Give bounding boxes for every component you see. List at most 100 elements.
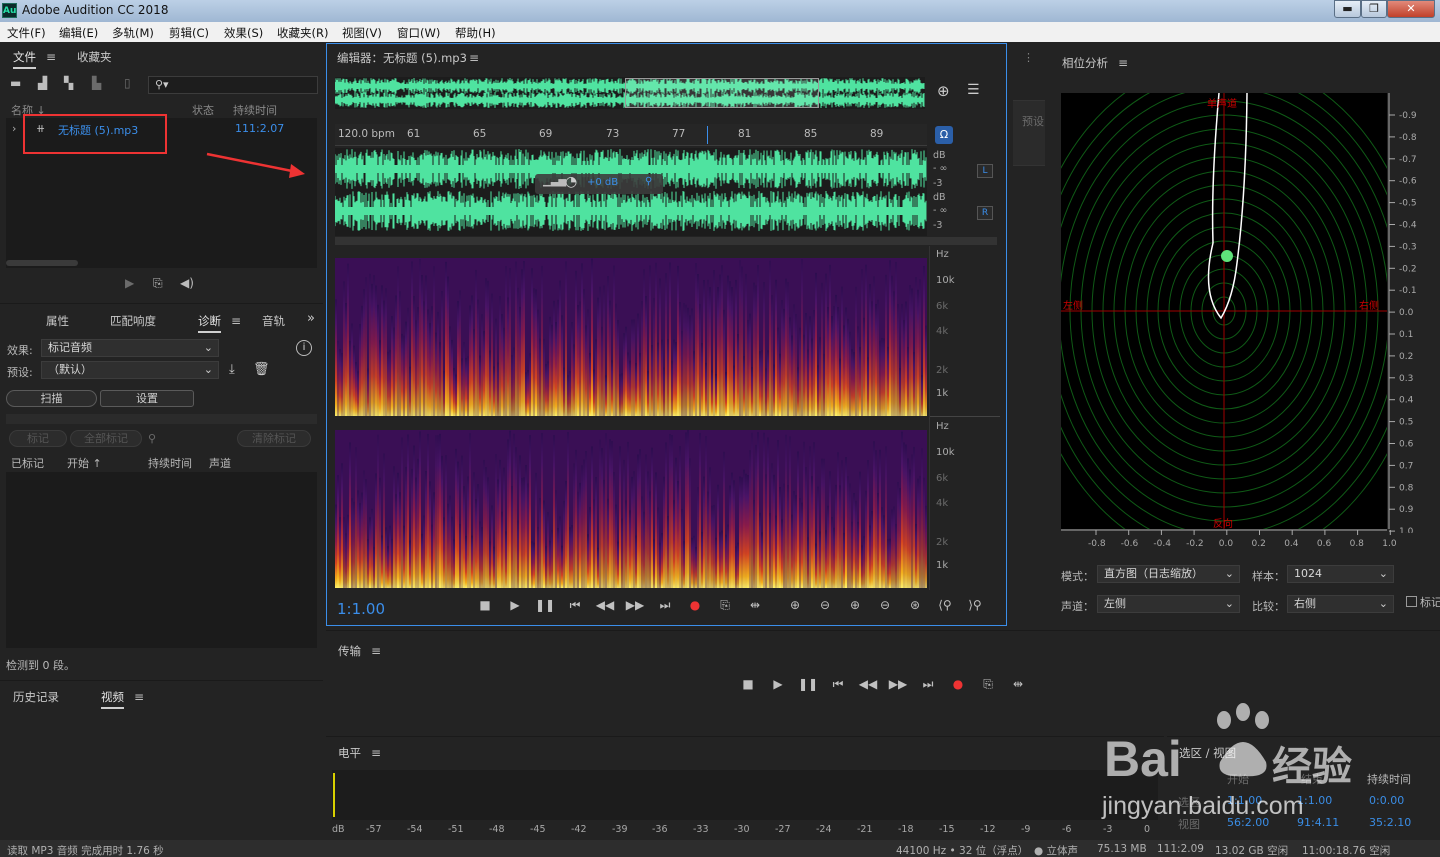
tab-history[interactable]: 历史记录 bbox=[13, 689, 59, 705]
menu-view[interactable]: 视图(V) bbox=[342, 25, 382, 41]
zoom-out-amplitude-icon[interactable]: ⊖ bbox=[815, 598, 835, 612]
loop-icon[interactable]: ⎘ bbox=[715, 598, 735, 613]
splitter[interactable] bbox=[6, 414, 317, 424]
pause-icon[interactable]: ❚❚ bbox=[798, 677, 818, 691]
search-input[interactable]: ⚲▾ bbox=[148, 76, 318, 94]
presets-tab[interactable]: 预设 bbox=[1013, 100, 1045, 166]
open-folder-icon[interactable]: ▬ bbox=[10, 76, 21, 90]
zoom-to-selection-icon[interactable]: ⊕ bbox=[937, 82, 950, 100]
zoom-out-point-icon[interactable]: ⟩⚲ bbox=[965, 598, 985, 612]
col-start[interactable]: 开始 ↑ bbox=[67, 455, 102, 471]
gain-knob-icon[interactable]: ◔ bbox=[565, 174, 577, 190]
zoom-out-time-icon[interactable]: ⊖ bbox=[875, 598, 895, 612]
playhead[interactable] bbox=[707, 126, 708, 144]
skip-selection-icon[interactable]: ⇹ bbox=[745, 598, 765, 612]
skip-end-icon[interactable]: ⏭ bbox=[655, 598, 675, 613]
col-duration[interactable]: 持续时间 bbox=[148, 455, 192, 471]
skip-start-icon[interactable]: ⏮ bbox=[565, 598, 585, 613]
horizontal-scrollbar[interactable] bbox=[6, 260, 78, 266]
save-preset-icon[interactable]: ⤓ bbox=[229, 362, 235, 377]
col-channel[interactable]: 声道 bbox=[209, 455, 231, 471]
waveform-area[interactable]: ▁▃▅ ◔ +0 dB ⚲ bbox=[334, 148, 927, 236]
panel-menu-icon[interactable]: ⋮ bbox=[1023, 51, 1034, 64]
col-duration[interactable]: 持续时间 bbox=[233, 102, 277, 118]
skip-start-icon[interactable]: ⏮ bbox=[828, 677, 848, 692]
marker-checkbox[interactable] bbox=[1406, 596, 1417, 607]
preset-select[interactable]: （默认） ⌄ bbox=[41, 361, 219, 379]
menu-clip[interactable]: 剪辑(C) bbox=[169, 25, 209, 41]
stop-icon[interactable]: ■ bbox=[475, 598, 495, 612]
tab-favorites[interactable]: 收藏夹 bbox=[77, 49, 112, 65]
tab-files[interactable]: 文件 bbox=[13, 49, 36, 69]
overview-viewport[interactable] bbox=[625, 78, 819, 108]
effect-select[interactable]: 标记音频 ⌄ bbox=[41, 339, 219, 357]
tab-video[interactable]: 视频 bbox=[101, 689, 124, 709]
record-icon[interactable]: ● bbox=[685, 598, 705, 612]
panel-menu-icon[interactable]: ≡ bbox=[46, 50, 56, 64]
panel-menu-icon[interactable]: ≡ bbox=[371, 644, 381, 658]
scan-button[interactable]: 扫描 bbox=[6, 390, 97, 407]
play-icon[interactable]: ▶ bbox=[505, 598, 525, 612]
view-start[interactable]: 56:2.00 bbox=[1227, 816, 1269, 829]
menu-edit[interactable]: 编辑(E) bbox=[59, 25, 98, 41]
rewind-icon[interactable]: ◀◀ bbox=[858, 677, 878, 691]
panel-menu-icon[interactable]: ≡ bbox=[469, 51, 479, 65]
panel-menu-icon[interactable]: ≡ bbox=[134, 690, 144, 704]
pause-icon[interactable]: ❚❚ bbox=[535, 598, 555, 612]
skip-selection-icon[interactable]: ⇹ bbox=[1008, 677, 1028, 691]
zoom-in-point-icon[interactable]: ⟨⚲ bbox=[935, 598, 955, 612]
menu-window[interactable]: 窗口(W) bbox=[397, 25, 440, 41]
spectral-splitter[interactable] bbox=[335, 237, 997, 245]
col-status[interactable]: 状态 bbox=[192, 102, 214, 118]
compare-select[interactable]: 右侧 ⌄ bbox=[1287, 595, 1394, 613]
autoplay-icon[interactable]: ◀) bbox=[180, 276, 194, 290]
settings-button[interactable]: 设置 bbox=[100, 390, 194, 407]
tab-tracks[interactable]: 音轨 bbox=[262, 313, 285, 329]
zoom-in-amplitude-icon[interactable]: ⊕ bbox=[785, 598, 805, 612]
pin-icon[interactable]: ⚲ bbox=[645, 176, 652, 187]
fast-forward-icon[interactable]: ▶▶ bbox=[888, 677, 908, 691]
headphone-icon[interactable]: Ω bbox=[935, 126, 953, 144]
close-button[interactable]: ✕ bbox=[1387, 0, 1435, 18]
sel-start[interactable]: 1:1.00 bbox=[1227, 794, 1262, 807]
tab-properties[interactable]: 属性 bbox=[46, 313, 69, 329]
view-end[interactable]: 91:4.11 bbox=[1297, 816, 1339, 829]
mode-select[interactable]: 直方图（日志缩放） ⌄ bbox=[1097, 565, 1240, 583]
info-icon[interactable]: i bbox=[296, 340, 312, 356]
channel-select[interactable]: 左侧 ⌄ bbox=[1097, 595, 1240, 613]
menu-file[interactable]: 文件(F) bbox=[7, 25, 46, 41]
rewind-icon[interactable]: ◀◀ bbox=[595, 598, 615, 612]
expand-chevron-icon[interactable]: › bbox=[12, 122, 16, 135]
hud-gain[interactable]: ▁▃▅ ◔ +0 dB ⚲ bbox=[535, 174, 663, 194]
record-icon[interactable]: ● bbox=[948, 677, 968, 691]
menu-favorites[interactable]: 收藏夹(R) bbox=[277, 25, 328, 41]
zoom-in-time-icon[interactable]: ⊕ bbox=[845, 598, 865, 612]
spectral-toggle-icon[interactable]: ☰ bbox=[967, 82, 980, 98]
maximize-button[interactable]: ❐ bbox=[1361, 0, 1387, 18]
mark-button[interactable]: 标记 bbox=[9, 430, 67, 447]
col-marked[interactable]: 已标记 bbox=[11, 455, 44, 471]
view-duration[interactable]: 35:2.10 bbox=[1369, 816, 1411, 829]
insert-icon[interactable]: ▙ bbox=[92, 76, 101, 90]
panel-menu-icon[interactable]: ≡ bbox=[371, 746, 381, 760]
panel-menu-icon[interactable]: ≡ bbox=[1118, 56, 1128, 70]
spectrogram-right[interactable] bbox=[335, 430, 927, 588]
stop-icon[interactable]: ■ bbox=[738, 677, 758, 691]
skip-end-icon[interactable]: ⏭ bbox=[918, 677, 938, 692]
panel-menu-icon[interactable]: ≡ bbox=[231, 314, 241, 328]
loop-icon[interactable]: ⎘ bbox=[978, 677, 998, 692]
sel-duration[interactable]: 0:0.00 bbox=[1369, 794, 1404, 807]
new-file-icon[interactable]: ▚ bbox=[64, 76, 73, 90]
loop-icon[interactable]: ⎘ bbox=[153, 276, 163, 291]
menu-multitrack[interactable]: 多轨(M) bbox=[112, 25, 154, 41]
zoom-marker-icon[interactable]: ⚲ bbox=[148, 432, 156, 445]
menu-effects[interactable]: 效果(S) bbox=[224, 25, 263, 41]
sel-end[interactable]: 1:1.00 bbox=[1297, 794, 1332, 807]
delete-preset-icon[interactable]: 🗑︎ bbox=[253, 362, 270, 377]
zoom-out-full-icon[interactable]: ⊛ bbox=[905, 598, 925, 612]
tab-diagnostics[interactable]: 诊断 bbox=[198, 313, 221, 333]
mark-all-button[interactable]: 全部标记 bbox=[70, 430, 142, 447]
tab-match-loudness[interactable]: 匹配响度 bbox=[110, 313, 156, 329]
play-icon[interactable]: ▶ bbox=[125, 276, 134, 290]
play-icon[interactable]: ▶ bbox=[768, 677, 788, 691]
